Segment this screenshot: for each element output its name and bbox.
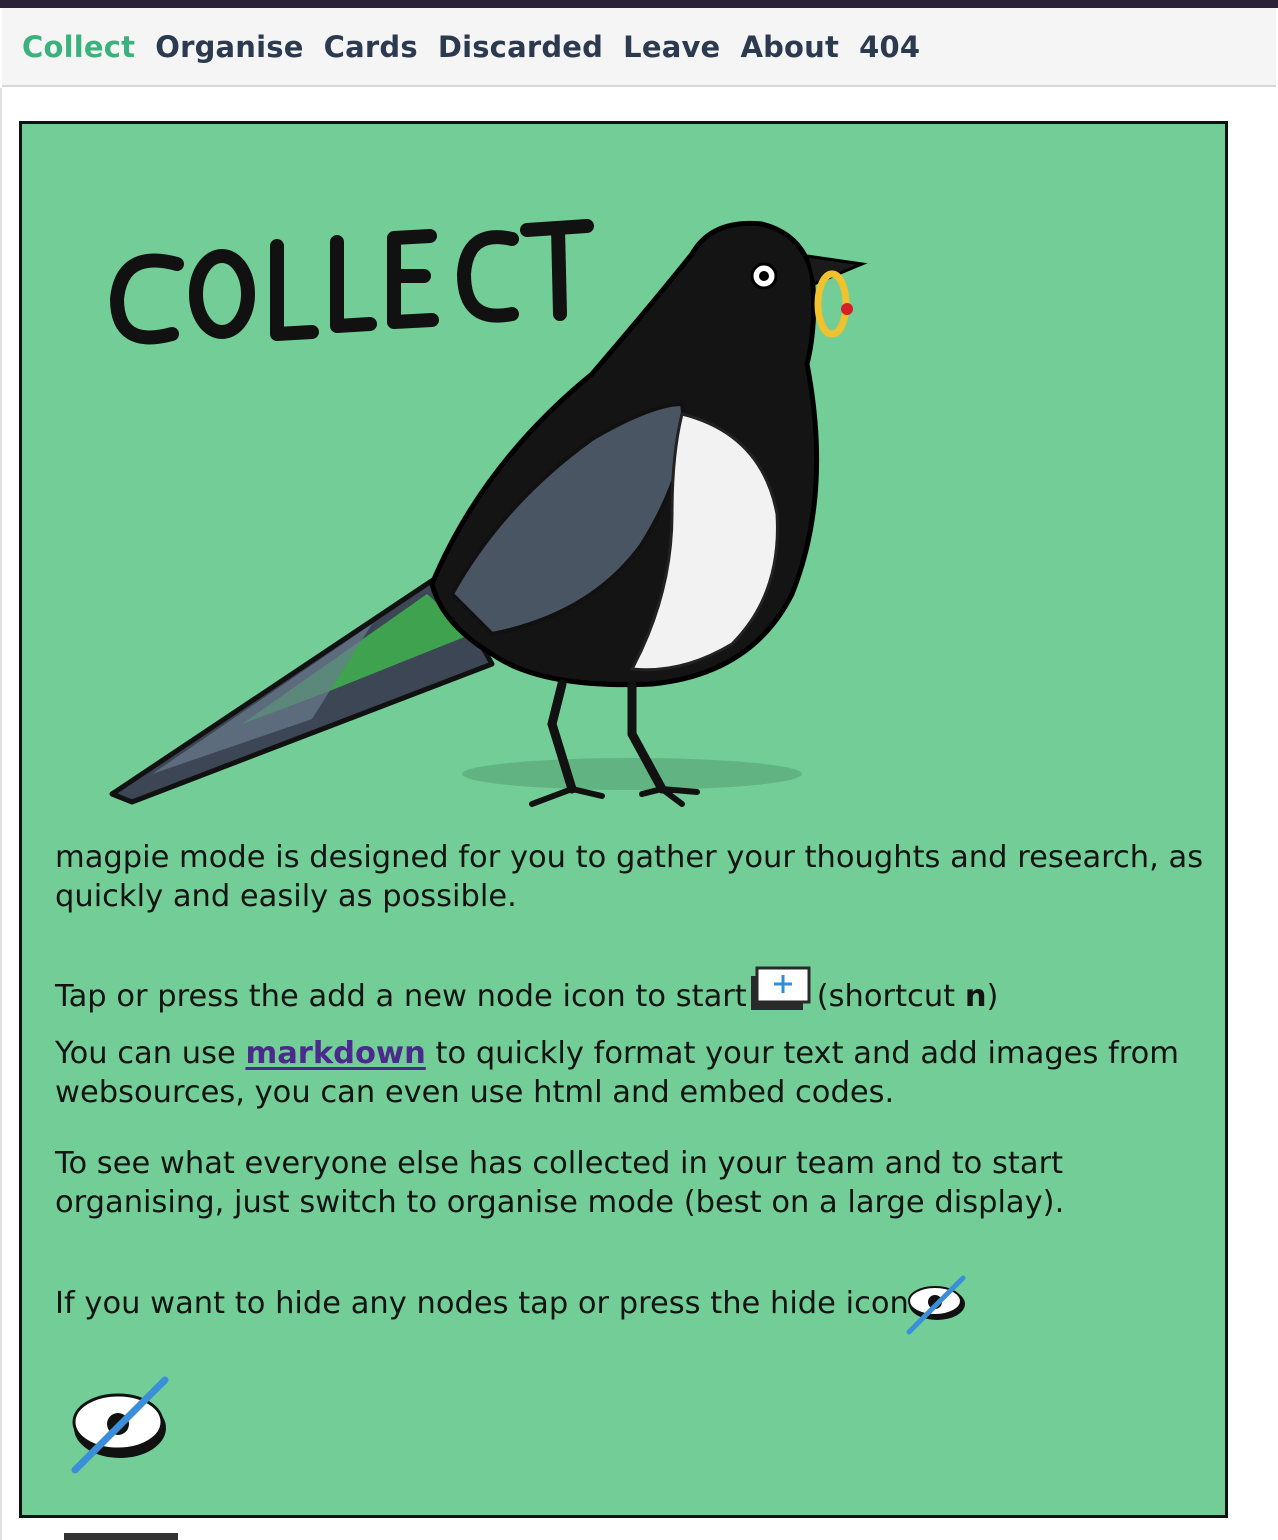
shortcut-key: n [964, 979, 987, 1014]
collect-info-card: magpie mode is designed for you to gathe… [19, 121, 1228, 1518]
shortcut-suffix: ) [986, 979, 999, 1014]
add-node-icon[interactable] [750, 966, 811, 1022]
markdown-text: You can use markdown to quickly format y… [55, 1034, 1205, 1112]
ground-shadow [462, 758, 802, 790]
add-node-text: Tap or press the add a new node icon to … [55, 979, 747, 1014]
hide-text: If you want to hide any nodes tap or pre… [55, 1286, 909, 1321]
markdown-prefix: You can use [55, 1036, 246, 1071]
main-nav: Collect Organise Cards Discarded Leave A… [2, 8, 1276, 87]
nav-item-discarded[interactable]: Discarded [438, 30, 603, 64]
gold-ring [814, 270, 850, 338]
nav-item-about[interactable]: About [740, 30, 839, 64]
nav-item-cards[interactable]: Cards [324, 30, 418, 64]
hide-eye-icon[interactable] [905, 1274, 969, 1342]
hide-eye-icon-large[interactable] [70, 1376, 170, 1480]
page-left-rule [0, 88, 2, 1540]
window-top-strip [0, 0, 1278, 8]
add-node-line: Tap or press the add a new node icon to … [55, 966, 1205, 1022]
nav-item-organise[interactable]: Organise [155, 30, 303, 64]
organise-text: To see what everyone else has collected … [55, 1146, 1065, 1220]
nav-item-collect[interactable]: Collect [22, 30, 135, 64]
magpie-collect-illustration [109, 219, 868, 807]
collect-lettering [110, 219, 594, 345]
bottom-tab [64, 1533, 178, 1540]
magpie-beak [805, 254, 868, 287]
nav-item-404[interactable]: 404 [859, 30, 920, 64]
markdown-link[interactable]: markdown [245, 1036, 425, 1071]
intro-text: magpie mode is designed for you to gathe… [55, 840, 1204, 914]
nav-item-leave[interactable]: Leave [623, 30, 720, 64]
shortcut-prefix: (shortcut [816, 979, 965, 1014]
